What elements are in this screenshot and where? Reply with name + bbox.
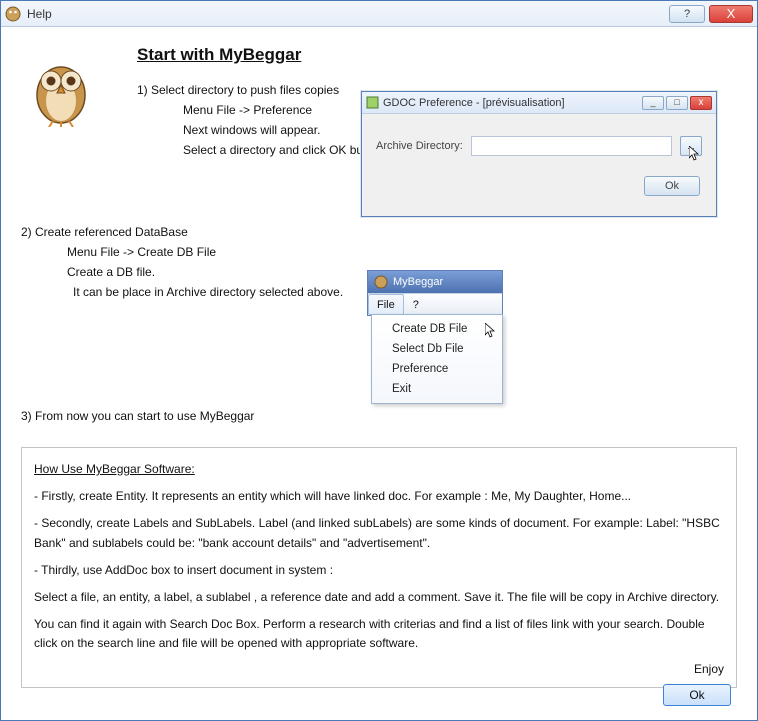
browse-button[interactable]: ... <box>680 136 702 156</box>
menu-item-preference[interactable]: Preference <box>374 359 500 379</box>
pref-min-button[interactable]: _ <box>642 96 664 110</box>
archive-dir-label: Archive Directory: <box>376 140 463 152</box>
pref-max-button[interactable]: □ <box>666 96 688 110</box>
howto-p1: - Firstly, create Entity. It represents … <box>34 487 724 506</box>
app-small-icon <box>374 275 388 289</box>
menubar: File ? <box>368 293 502 315</box>
preference-title: GDOC Preference - [prévisualisation] <box>383 97 565 109</box>
menu-item-create-db[interactable]: Create DB File <box>374 319 500 339</box>
howto-enjoy: Enjoy <box>34 660 724 679</box>
pref-ok-button[interactable]: Ok <box>644 176 700 196</box>
pref-close-button[interactable]: x <box>690 96 712 110</box>
app-title: MyBeggar <box>393 276 443 288</box>
pref-icon <box>366 96 379 109</box>
archive-dir-input[interactable] <box>471 136 672 156</box>
file-dropdown: Create DB File Select Db File Preference… <box>371 314 503 404</box>
app-window: MyBeggar File ? <box>367 270 503 316</box>
howto-p4: Select a file, an entity, a label, a sub… <box>34 588 724 607</box>
owl-logo-icon <box>29 55 93 127</box>
menu-item-exit[interactable]: Exit <box>374 379 500 399</box>
titlebar: Help ? X <box>1 1 757 27</box>
app-titlebar: MyBeggar <box>368 271 502 293</box>
preference-window: GDOC Preference - [prévisualisation] _ □… <box>361 91 717 217</box>
step3: 3) From now you can start to use MyBegga… <box>21 409 737 423</box>
help-body: Start with MyBeggar 1) Select directory … <box>1 27 757 720</box>
preference-titlebar: GDOC Preference - [prévisualisation] _ □… <box>362 92 716 114</box>
help-window: Help ? X Start with MyBeggar 1) Select d… <box>0 0 758 721</box>
howto-box: How Use MyBeggar Software: - Firstly, cr… <box>21 447 737 688</box>
howto-p5: You can find it again with Search Doc Bo… <box>34 615 724 653</box>
menu-help[interactable]: ? <box>404 294 428 315</box>
menu-item-select-db[interactable]: Select Db File <box>374 339 500 359</box>
howto-p2: - Secondly, create Labels and SubLabels.… <box>34 514 724 552</box>
menu-file[interactable]: File <box>368 294 404 315</box>
step2-line1: Menu File -> Create DB File <box>67 245 737 259</box>
step2-title: 2) Create referenced DataBase <box>21 225 737 239</box>
ok-button[interactable]: Ok <box>663 684 731 706</box>
app-icon <box>5 6 21 22</box>
howto-p3: - Thirdly, use AddDoc box to insert docu… <box>34 561 724 580</box>
help-button[interactable]: ? <box>669 5 705 23</box>
browse-label: ... <box>687 141 695 151</box>
window-title: Help <box>27 7 665 21</box>
page-heading: Start with MyBeggar <box>137 45 737 65</box>
cursor-icon <box>485 323 497 339</box>
howto-title: How Use MyBeggar Software: <box>34 460 724 479</box>
close-button[interactable]: X <box>709 5 753 23</box>
